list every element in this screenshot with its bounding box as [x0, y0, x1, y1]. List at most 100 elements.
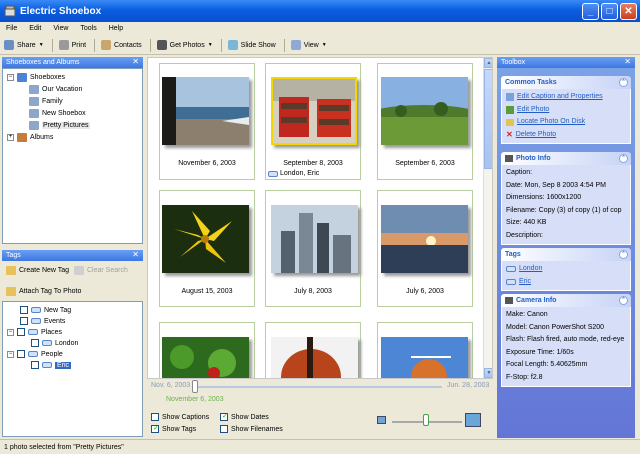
photo-date: July 6, 2003	[406, 288, 444, 295]
attach-tag-button[interactable]: Attach Tag To Photo	[6, 287, 81, 296]
albums-panel-header: Shoeboxes and Albums ✕	[2, 57, 143, 68]
collapse-icon[interactable]: −	[7, 350, 14, 358]
section-header[interactable]: Common Tasks ⌃	[501, 76, 631, 89]
collapse-icon[interactable]: ⌃	[619, 78, 628, 87]
skyscrapers-photo	[271, 205, 358, 273]
tag-eric[interactable]: Eric	[31, 361, 72, 369]
edit-photo-link[interactable]: Edit Photo	[517, 104, 549, 117]
tag-icon	[506, 266, 516, 273]
eraser-icon	[74, 266, 84, 275]
camera-icon	[156, 40, 167, 50]
album-icon	[29, 85, 39, 94]
menu-tools[interactable]: Tools	[80, 25, 96, 32]
london-bus-photo	[271, 77, 357, 145]
window-title: Electric Shoebox	[20, 5, 102, 17]
photo-thumbnail-selected[interactable]: September 8, 2003 London, Eric	[265, 63, 361, 180]
view-button[interactable]: View ▼	[290, 40, 327, 50]
show-captions-checkbox[interactable]: Show Captions	[151, 413, 209, 421]
photo-thumbnail[interactable]: November 6, 2003	[159, 63, 255, 180]
tree-item-shoeboxes[interactable]: − Shoeboxes	[7, 73, 65, 82]
tree-item-albums[interactable]: + Albums	[7, 133, 53, 142]
menu-edit[interactable]: Edit	[29, 25, 41, 32]
section-header[interactable]: Camera Info ⌃	[501, 294, 631, 307]
scroll-down-button[interactable]: ▼	[484, 368, 492, 378]
photo-thumbnail[interactable]: July 6, 2003	[377, 190, 473, 307]
shoebox-app-icon	[4, 5, 16, 17]
info-dimensions: Dimensions: 1600x1200	[506, 194, 582, 201]
tree-item-our-vacation[interactable]: Our Vacation	[29, 85, 82, 94]
tag-checkbox[interactable]	[31, 361, 39, 369]
tree-item-family[interactable]: Family	[29, 97, 63, 106]
close-icon[interactable]: ✕	[624, 57, 631, 66]
scroll-thumb[interactable]	[484, 69, 492, 169]
close-button[interactable]: ✕	[620, 3, 637, 20]
collapse-icon[interactable]: ⌃	[619, 154, 628, 163]
section-header[interactable]: Photo Info ⌃	[501, 152, 631, 165]
tag-link-london[interactable]: London	[519, 263, 542, 276]
tag-checkbox[interactable]	[20, 317, 28, 325]
zoom-slider-thumb[interactable]	[423, 414, 429, 426]
minimize-button[interactable]: _	[582, 3, 599, 20]
tags-section: Tags ⌃ London Eric	[501, 248, 631, 291]
create-tag-button[interactable]: Create New Tag	[6, 266, 69, 275]
contacts-button[interactable]: Contacts	[101, 40, 142, 50]
share-icon	[4, 40, 14, 50]
tag-events[interactable]: Events	[20, 317, 65, 325]
collapse-icon[interactable]: ⌃	[619, 250, 628, 259]
tag-checkbox[interactable]	[20, 306, 28, 314]
new-tag-icon	[6, 266, 16, 275]
info-caption: Caption:	[506, 169, 533, 176]
camera-fstop: F-Stop: f2.8	[506, 373, 543, 381]
collapse-icon[interactable]: −	[7, 328, 14, 336]
tag-new-tag[interactable]: New Tag	[20, 306, 71, 314]
locate-photo-link[interactable]: Locate Photo On Disk	[517, 116, 585, 129]
tag-checkbox[interactable]	[17, 350, 25, 358]
close-icon[interactable]: ✕	[132, 250, 139, 259]
delete-photo-link[interactable]: Delete Photo	[516, 129, 556, 142]
edit-caption-link[interactable]: Edit Caption and Properties	[517, 91, 603, 104]
tag-icon	[28, 329, 38, 335]
photo-thumbnail[interactable]	[377, 322, 473, 378]
scroll-up-button[interactable]: ▲	[484, 58, 492, 68]
tree-item-new-shoebox[interactable]: New Shoebox	[29, 109, 86, 118]
tag-london[interactable]: London	[31, 339, 78, 347]
get-photos-button[interactable]: Get Photos ▼	[156, 40, 213, 50]
photo-thumbnail[interactable]	[159, 322, 255, 378]
camera-exposure: Exposure Time: 1/60s	[506, 348, 574, 356]
tree-item-pretty-pictures[interactable]: Pretty Pictures	[29, 121, 90, 130]
photo-thumbnail[interactable]: August 15, 2003	[159, 190, 255, 307]
share-button[interactable]: Share ▼	[4, 40, 44, 50]
expand-icon[interactable]: +	[7, 134, 14, 141]
collapse-icon[interactable]: ⌃	[619, 296, 628, 305]
timeline-slider-thumb[interactable]	[192, 380, 198, 393]
zoom-large-icon	[465, 413, 481, 427]
tag-people[interactable]: − People	[7, 350, 63, 358]
folder-icon	[506, 118, 514, 126]
slideshow-icon	[227, 40, 238, 50]
photo-thumbnail[interactable]	[265, 322, 361, 378]
show-dates-checkbox[interactable]: Show Dates	[220, 413, 269, 421]
tag-checkbox[interactable]	[17, 328, 25, 336]
tag-icon	[42, 340, 52, 346]
tag-icon	[506, 278, 516, 285]
section-header[interactable]: Tags ⌃	[501, 248, 631, 261]
maximize-button[interactable]: □	[601, 3, 618, 20]
tag-checkbox[interactable]	[31, 339, 39, 347]
photo-thumbnail[interactable]: July 8, 2003	[265, 190, 361, 307]
clear-search-button[interactable]: Clear Search	[74, 266, 128, 275]
menu-file[interactable]: File	[6, 25, 17, 32]
photo-grid-scrollbar[interactable]: ▲ ▼	[483, 58, 492, 378]
photo-thumbnail[interactable]: September 6, 2003	[377, 63, 473, 180]
print-button[interactable]: Print	[58, 40, 86, 50]
tag-link-eric[interactable]: Eric	[519, 276, 531, 289]
collapse-icon[interactable]: −	[7, 74, 14, 81]
slideshow-button[interactable]: Slide Show	[227, 40, 276, 50]
menu-view[interactable]: View	[53, 25, 68, 32]
close-icon[interactable]: ✕	[132, 57, 139, 66]
show-filenames-checkbox[interactable]: Show Filenames	[220, 425, 283, 433]
show-tags-checkbox[interactable]: Show Tags	[151, 425, 196, 433]
menu-help[interactable]: Help	[109, 25, 123, 32]
info-size: Size: 440 KB	[506, 219, 547, 226]
album-icon	[29, 121, 39, 130]
tag-places[interactable]: − Places	[7, 328, 62, 336]
